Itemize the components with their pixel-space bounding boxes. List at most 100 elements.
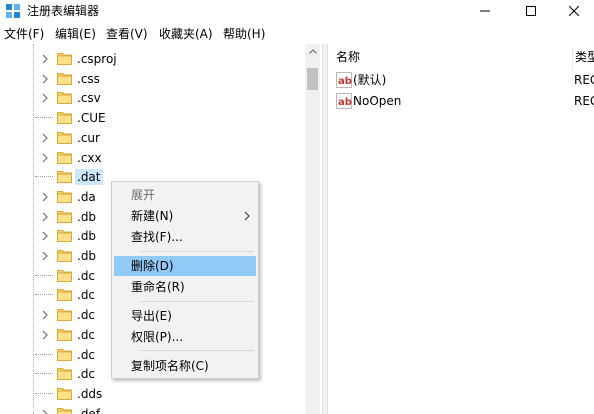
tree-connector (35, 294, 53, 296)
folder-icon (57, 210, 72, 223)
chevron-right-icon[interactable] (40, 230, 50, 242)
scroll-up-button[interactable] (305, 44, 320, 59)
folder-icon (57, 53, 72, 65)
tree-item[interactable]: .dds (0, 384, 305, 404)
minimize-button[interactable] (462, 0, 508, 22)
column-header-name[interactable]: 名称 (336, 48, 566, 70)
value-name: (默认) (353, 73, 387, 87)
context-menu-item[interactable]: 查找(F)... (114, 227, 256, 247)
folder-icon (57, 72, 72, 85)
maximize-button[interactable] (508, 0, 554, 22)
tree-item-label: .dc (77, 288, 96, 303)
tree-item[interactable]: .css (0, 69, 305, 89)
folder-icon (57, 387, 72, 400)
scrollbar-thumb[interactable] (307, 68, 318, 90)
string-value-icon: ab (336, 93, 352, 109)
column-header-type[interactable]: 类型 (572, 48, 594, 70)
menu-bar: 文件(F) 编辑(E) 查看(V) 收藏夹(A) 帮助(H) (0, 24, 594, 44)
context-menu-item[interactable]: 权限(P)... (114, 327, 256, 347)
tree-item-label: .db (77, 229, 97, 244)
context-menu-item-label: 重命名(R) (131, 280, 185, 294)
tree-item-label: .dc (77, 327, 96, 342)
context-menu-item[interactable]: 导出(E) (114, 306, 256, 326)
tree-connector (35, 274, 53, 276)
tree-item-label: .da (77, 189, 96, 204)
values-list-pane[interactable]: 名称 类型 ab(默认) REG abNoOpen REG (328, 44, 594, 414)
value-row[interactable]: ab(默认) REG (334, 70, 594, 90)
tree-item-label: .dc (77, 367, 96, 382)
tree-item-label: .cxx (77, 150, 102, 165)
tree-item[interactable]: .csv (0, 88, 305, 108)
tree-item-label: .dds (77, 386, 103, 401)
chevron-right-icon[interactable] (40, 132, 50, 144)
tree-item-label: .css (77, 71, 100, 86)
folder-icon (57, 171, 72, 184)
menu-file[interactable]: 文件(F) (4, 26, 44, 42)
value-row[interactable]: abNoOpen REG (334, 91, 594, 111)
folder-icon (57, 250, 72, 262)
tree-item-label: .dc (77, 347, 96, 362)
context-menu: 展开新建(N) 查找(F)... 删除(D) 重命名(R) 导出(E) 权限(P)... 复… (111, 181, 259, 379)
context-menu-item[interactable]: 复制项名称(C) (114, 356, 256, 376)
tree-item[interactable]: .cxx (0, 148, 305, 168)
folder-icon (57, 92, 72, 105)
minimize-icon (480, 10, 490, 12)
close-button[interactable] (554, 0, 594, 22)
chevron-up-icon (308, 49, 317, 54)
chevron-right-icon[interactable] (40, 408, 50, 414)
context-menu-item-label: 新建(N) (131, 209, 174, 223)
tree-item-label: .cur (77, 130, 100, 145)
folder-icon (57, 230, 72, 243)
folder-icon (57, 112, 72, 125)
context-menu-item-label: 查找(F)... (131, 230, 183, 244)
folder-icon (57, 151, 72, 164)
tree-scrollbar[interactable] (305, 44, 320, 414)
close-icon (569, 6, 579, 16)
tree-item-label: .db (77, 249, 97, 263)
menu-favorites[interactable]: 收藏夹(A) (159, 26, 213, 42)
submenu-arrow-icon (244, 211, 250, 221)
folder-icon (57, 190, 72, 203)
context-menu-item[interactable]: 删除(D) (114, 256, 256, 276)
registry-editor-icon (6, 4, 20, 18)
tree-connector (35, 353, 53, 355)
chevron-right-icon[interactable] (40, 309, 50, 321)
tree-item[interactable]: .def (0, 404, 305, 414)
folder-icon (57, 131, 72, 144)
chevron-right-icon[interactable] (40, 152, 50, 164)
context-menu-item[interactable]: 重命名(R) (114, 277, 256, 297)
tree-item[interactable]: .csproj (0, 49, 305, 69)
folder-icon (57, 269, 72, 282)
menu-edit[interactable]: 编辑(E) (55, 26, 96, 42)
tree-item-label: .def (77, 406, 101, 414)
folder-icon (57, 289, 72, 302)
chevron-right-icon[interactable] (40, 191, 50, 203)
maximize-icon (526, 6, 536, 16)
context-menu-item[interactable]: 新建(N) (114, 206, 256, 226)
tree-item-label: .db (77, 209, 97, 224)
tree-item-label: .csv (77, 91, 101, 106)
tree-item-label: .dc (77, 268, 96, 283)
chevron-right-icon[interactable] (40, 73, 50, 85)
menu-help[interactable]: 帮助(H) (223, 26, 265, 42)
chevron-right-icon[interactable] (40, 53, 50, 65)
chevron-right-icon[interactable] (40, 329, 50, 341)
context-menu-item-label: 展开 (131, 188, 156, 202)
context-menu-item-label: 导出(E) (131, 309, 172, 323)
tree-item[interactable]: .cur (0, 128, 305, 148)
tree-item-label: .dat (75, 169, 103, 186)
folder-icon (57, 328, 72, 341)
chevron-right-icon[interactable] (40, 92, 50, 104)
string-value-icon: ab (336, 72, 352, 88)
chevron-right-icon[interactable] (40, 250, 50, 262)
tree-connector (35, 117, 53, 119)
chevron-right-icon[interactable] (40, 211, 50, 223)
context-menu-item[interactable]: 展开 (114, 185, 256, 205)
value-type: REG (574, 94, 594, 108)
tree-item[interactable]: .CUE (0, 108, 305, 128)
context-menu-item-label: 权限(P)... (131, 330, 184, 344)
folder-icon (57, 348, 72, 361)
menu-view[interactable]: 查看(V) (106, 26, 148, 42)
tree-item-label: .csproj (77, 52, 117, 66)
tree-connector (35, 176, 53, 178)
